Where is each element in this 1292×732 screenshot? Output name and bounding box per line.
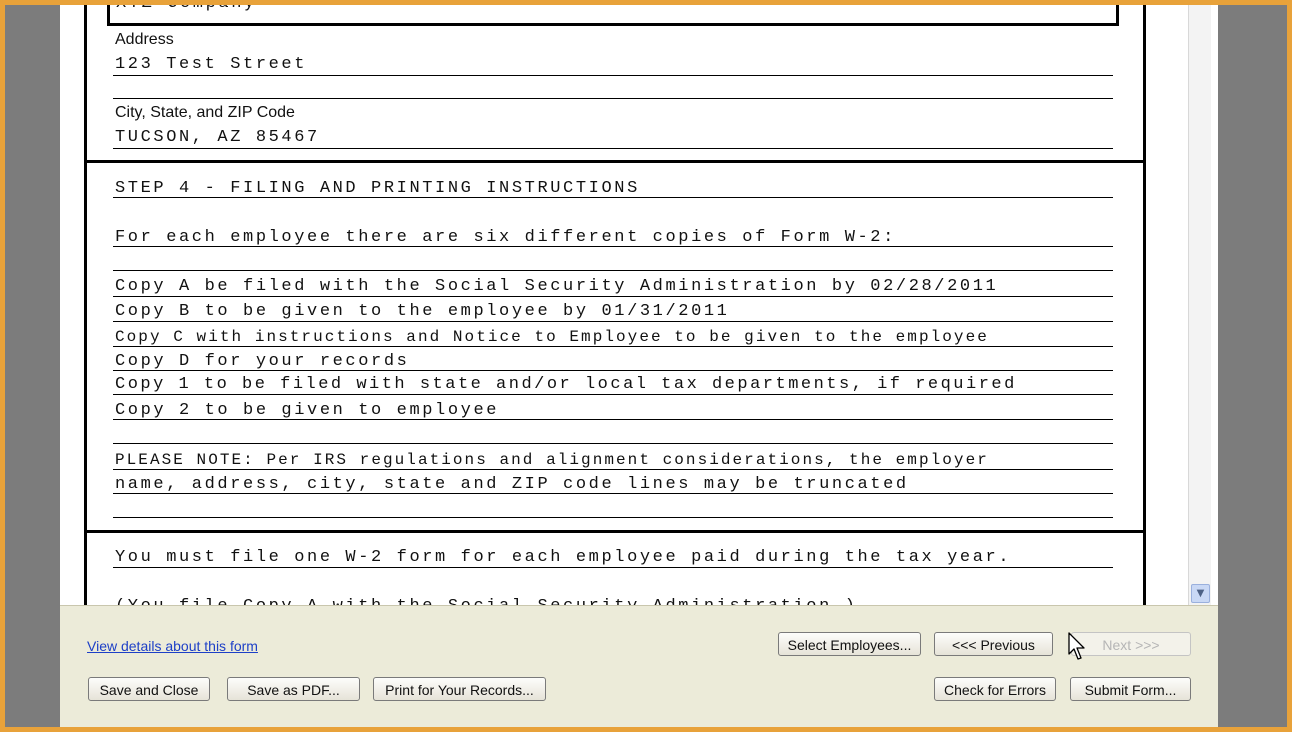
copy-c-line: Copy C with instructions and Notice to E… [115, 328, 989, 346]
copy-a-line: Copy A be filed with the Social Security… [115, 277, 999, 296]
mouse-pointer-icon [1068, 632, 1085, 660]
rule [113, 98, 1113, 99]
document-viewer[interactable]: XYZ Company Address 123 Test Street City… [60, 5, 1188, 605]
section-divider [87, 160, 1143, 163]
form-action-panel: View details about this form Select Empl… [60, 605, 1218, 727]
company-name: XYZ Company [116, 5, 257, 13]
address-label: Address [115, 31, 174, 48]
save-and-close-button[interactable]: Save and Close [88, 677, 210, 701]
rule [113, 419, 1113, 420]
copies-intro: For each employee there are six differen… [115, 228, 896, 247]
rule [113, 321, 1113, 322]
rule [113, 197, 1113, 198]
check-for-errors-button[interactable]: Check for Errors [934, 677, 1056, 701]
vertical-scrollbar[interactable]: ▼ [1188, 5, 1211, 605]
address-value: 123 Test Street [115, 55, 308, 74]
rule [113, 346, 1113, 347]
chevron-down-icon: ▼ [1196, 588, 1205, 599]
submit-form-button[interactable]: Submit Form... [1070, 677, 1191, 701]
city-state-zip-value: TUCSON, AZ 85467 [115, 128, 320, 147]
rule [113, 270, 1113, 271]
previous-button[interactable]: <<< Previous [934, 632, 1053, 656]
select-employees-button[interactable]: Select Employees... [778, 632, 921, 656]
step4-heading: STEP 4 - FILING AND PRINTING INSTRUCTION… [115, 179, 640, 198]
please-note-line1: PLEASE NOTE: Per IRS regulations and ali… [115, 451, 989, 469]
please-note-line2: name, address, city, state and ZIP code … [115, 475, 909, 494]
copy-1-line: Copy 1 to be filed with state and/or loc… [115, 375, 1017, 394]
next-button[interactable]: Next >>> [1071, 632, 1191, 656]
left-background [5, 5, 60, 727]
city-state-zip-label: City, State, and ZIP Code [115, 104, 295, 121]
copy-d-line: Copy D for your records [115, 352, 410, 371]
section-divider [87, 530, 1143, 533]
rule [113, 394, 1113, 395]
rule [113, 246, 1113, 247]
save-as-pdf-button[interactable]: Save as PDF... [227, 677, 360, 701]
file-requirement-line: You must file one W-2 form for each empl… [115, 548, 1012, 567]
screen-frame: XYZ Company Address 123 Test Street City… [5, 5, 1287, 727]
rule [113, 296, 1113, 297]
right-background [1218, 5, 1287, 727]
copy-a-filing-note: (You file Copy A with the Social Securit… [115, 597, 858, 605]
rule [113, 469, 1113, 470]
print-for-records-button[interactable]: Print for Your Records... [373, 677, 546, 701]
rule [113, 567, 1113, 568]
scroll-down-button[interactable]: ▼ [1191, 584, 1210, 603]
copy-2-line: Copy 2 to be given to employee [115, 401, 500, 420]
view-details-link[interactable]: View details about this form [87, 638, 258, 654]
rule [113, 148, 1113, 149]
copy-b-line: Copy B to be given to the employee by 01… [115, 302, 730, 321]
rule [113, 517, 1113, 518]
rule [113, 370, 1113, 371]
rule [113, 443, 1113, 444]
rule [113, 75, 1113, 76]
w2-form-page: XYZ Company Address 123 Test Street City… [84, 5, 1146, 605]
form-window: XYZ Company Address 123 Test Street City… [60, 5, 1218, 727]
company-name-box: XYZ Company [107, 5, 1119, 26]
rule [113, 493, 1113, 494]
